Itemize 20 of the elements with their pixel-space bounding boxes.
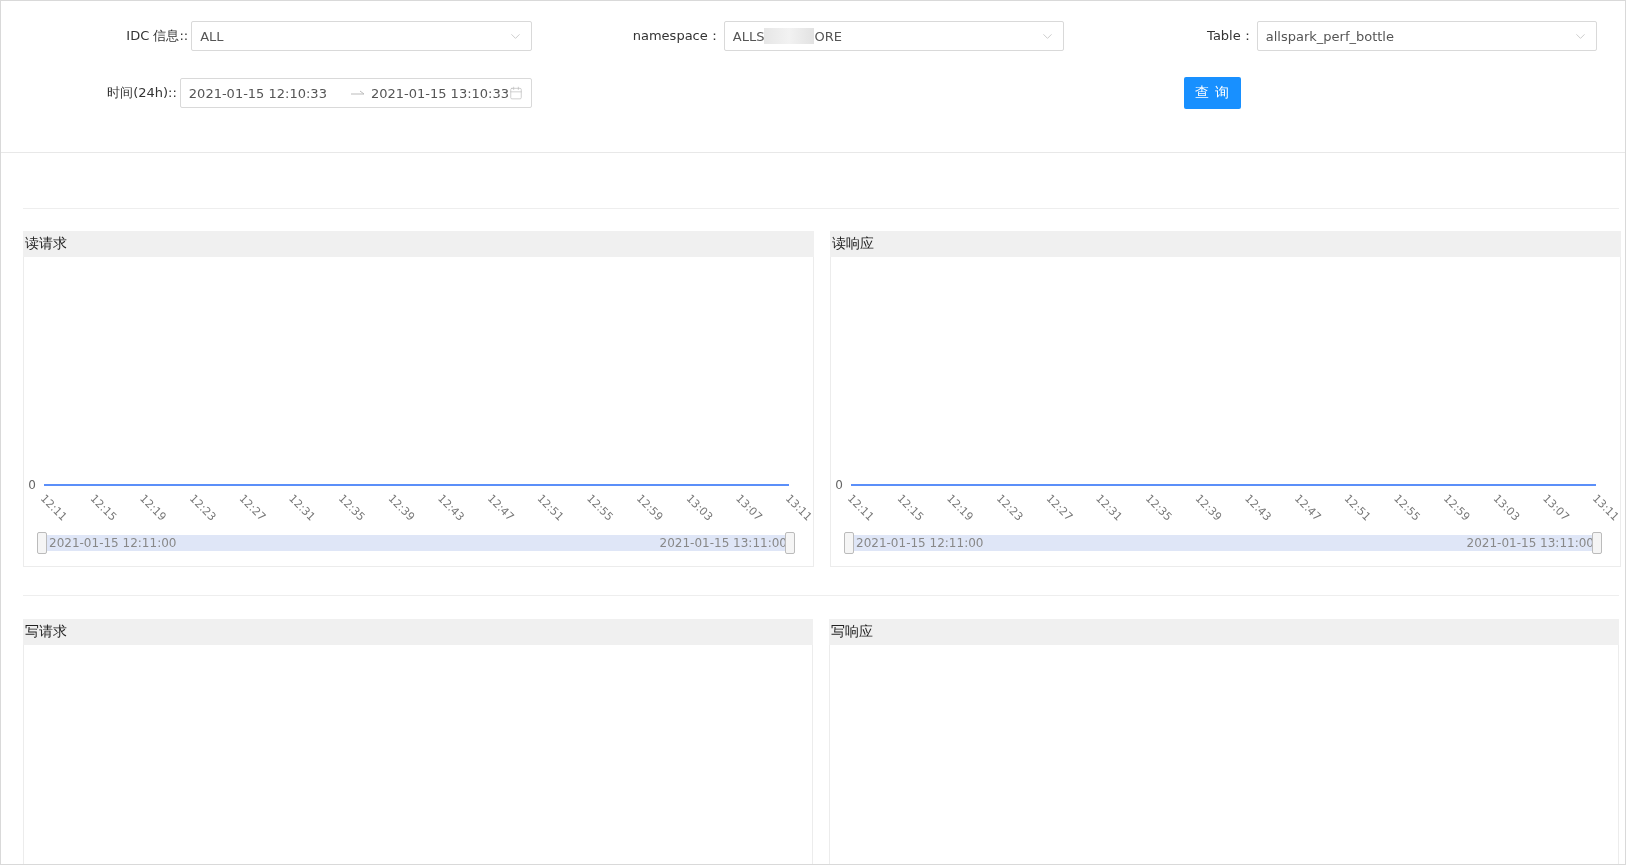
panel-title: 写请求 — [23, 619, 813, 645]
field-label: IDC 信息:: — [125, 27, 190, 45]
field-label: namespace： — [631, 27, 722, 45]
field-label: 时间(24h):: — [106, 84, 178, 102]
table-select[interactable]: allspark_perf_bottle — [1256, 21, 1597, 51]
idc-select[interactable]: ALL — [191, 21, 532, 51]
panel-title: 写响应 — [829, 619, 1619, 645]
field-label: Table： — [1206, 27, 1255, 45]
panel-title: 读请求 — [23, 231, 814, 257]
axis-tick-label: 0 — [835, 478, 843, 492]
namespace-select[interactable]: ALLS ORE — [723, 21, 1064, 51]
slider-handle[interactable] — [1592, 532, 1602, 554]
panel-title: 读响应 — [830, 231, 1621, 257]
date-range-picker[interactable]: 2021-01-15 12:10:33 2021-01-15 13:10:33 — [179, 78, 532, 108]
slider-handle[interactable] — [37, 532, 47, 554]
redacted-blur — [764, 28, 815, 44]
axis-tick-label: 0 — [28, 478, 36, 492]
slider-handle[interactable] — [844, 532, 854, 554]
slider-handle[interactable] — [785, 532, 795, 554]
calendar-icon — [509, 86, 523, 100]
